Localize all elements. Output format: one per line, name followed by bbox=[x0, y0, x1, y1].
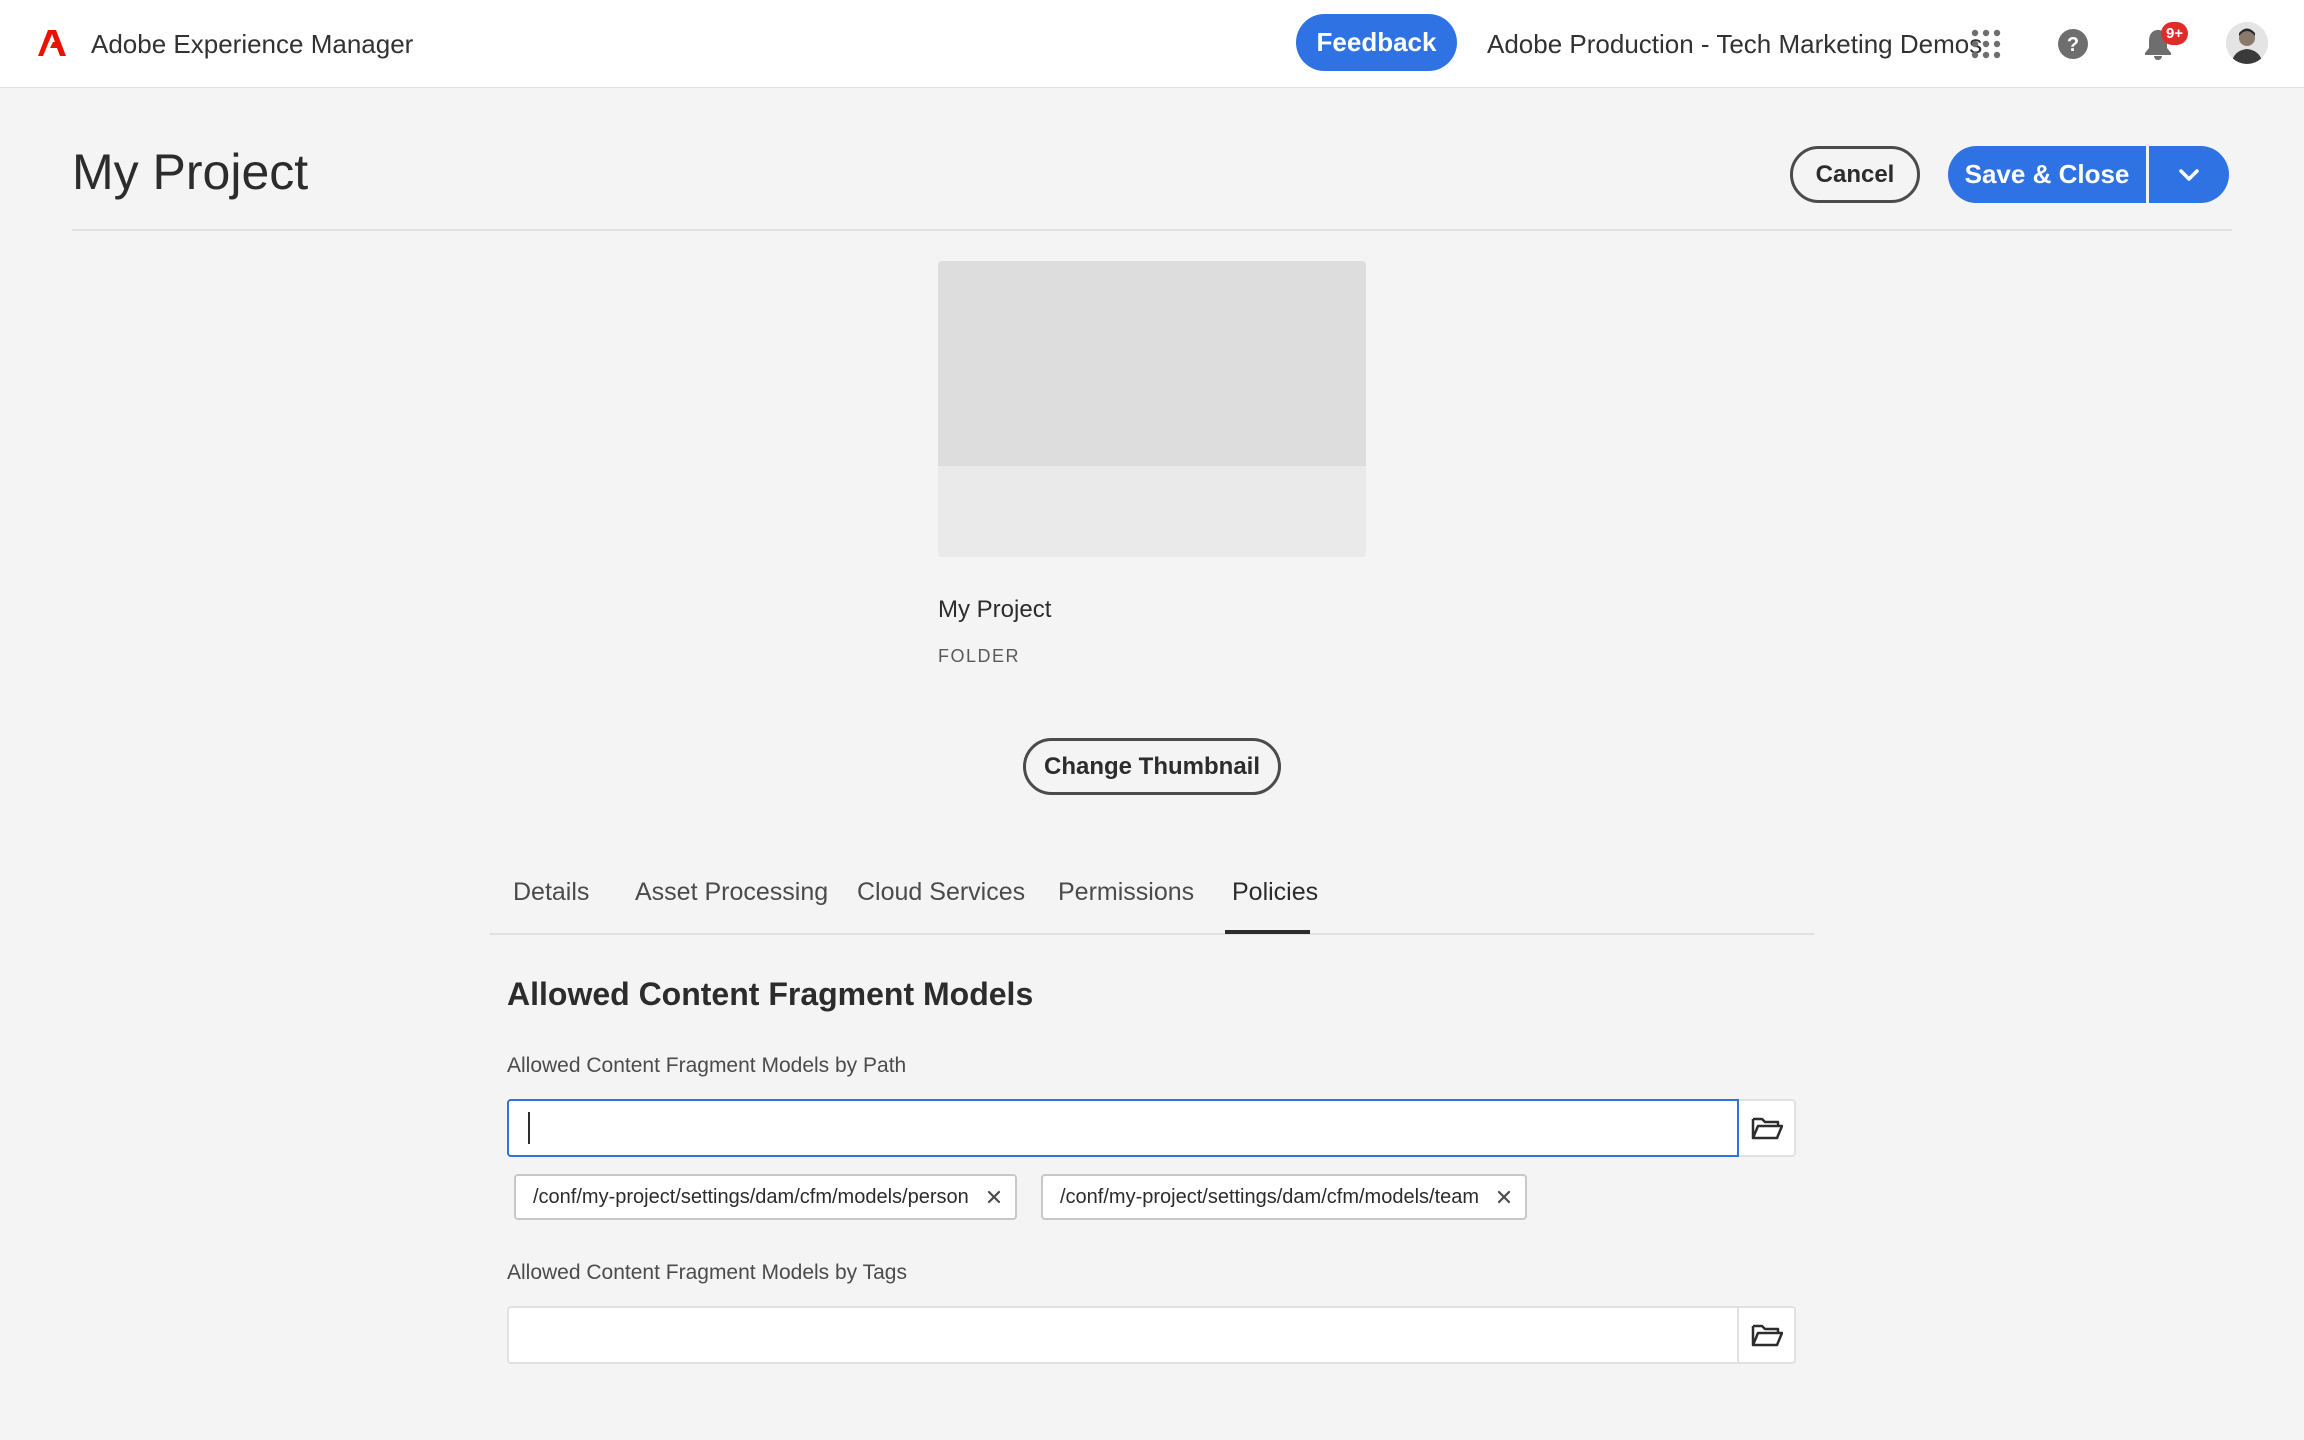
folder-open-icon bbox=[1751, 1324, 1783, 1347]
cancel-button[interactable]: Cancel bbox=[1790, 146, 1920, 203]
remove-chip-icon[interactable] bbox=[1493, 1186, 1515, 1208]
header-divider bbox=[72, 229, 2232, 231]
by-path-label: Allowed Content Fragment Models by Path bbox=[507, 1054, 907, 1077]
chevron-down-icon bbox=[2179, 168, 2199, 181]
tab-policies[interactable]: Policies bbox=[1232, 860, 1318, 935]
section-heading: Allowed Content Fragment Models bbox=[507, 976, 1034, 1012]
avatar[interactable] bbox=[2226, 22, 2268, 64]
change-thumbnail-button[interactable]: Change Thumbnail bbox=[1023, 738, 1281, 795]
chip-label: /conf/my-project/settings/dam/cfm/models… bbox=[533, 1185, 969, 1208]
bell-icon[interactable]: 9+ bbox=[2136, 22, 2188, 66]
svg-text:?: ? bbox=[2067, 34, 2079, 56]
help-icon[interactable]: ? bbox=[2051, 22, 2095, 66]
by-tags-label: Allowed Content Fragment Models by Tags bbox=[507, 1261, 907, 1284]
shell-bar: Adobe Experience Manager Feedback Adobe … bbox=[0, 0, 2304, 88]
folder-open-icon bbox=[1751, 1117, 1783, 1140]
remove-chip-icon[interactable] bbox=[983, 1186, 1005, 1208]
browse-tags-button[interactable] bbox=[1739, 1306, 1796, 1364]
folder-thumbnail bbox=[938, 261, 1366, 557]
app-title[interactable]: Adobe Experience Manager bbox=[91, 0, 413, 88]
save-options-dropdown[interactable] bbox=[2149, 146, 2229, 203]
tab-cloud-services[interactable]: Cloud Services bbox=[857, 860, 1025, 935]
notification-badge: 9+ bbox=[2161, 22, 2188, 45]
tab-details[interactable]: Details bbox=[513, 860, 589, 935]
path-chip: /conf/my-project/settings/dam/cfm/models… bbox=[514, 1174, 1017, 1220]
feedback-button[interactable]: Feedback bbox=[1296, 14, 1457, 71]
adobe-logo-icon[interactable] bbox=[38, 30, 66, 56]
apps-grid-icon[interactable] bbox=[1964, 22, 2008, 66]
browse-path-button[interactable] bbox=[1739, 1099, 1796, 1157]
save-close-button[interactable]: Save & Close bbox=[1948, 146, 2146, 203]
by-tags-input[interactable] bbox=[507, 1306, 1739, 1364]
active-tab-indicator bbox=[1225, 930, 1310, 934]
page-title: My Project bbox=[72, 144, 309, 200]
tab-asset-processing[interactable]: Asset Processing bbox=[635, 860, 828, 935]
card-type-label: FOLDER bbox=[938, 646, 1021, 666]
properties-tabs: Details Asset Processing Cloud Services … bbox=[490, 860, 1814, 935]
card-title: My Project bbox=[938, 596, 1052, 623]
by-path-input[interactable] bbox=[507, 1099, 1739, 1157]
thumbnail-placeholder bbox=[938, 261, 1366, 466]
text-cursor bbox=[528, 1112, 530, 1144]
chip-label: /conf/my-project/settings/dam/cfm/models… bbox=[1060, 1185, 1480, 1208]
org-switcher[interactable]: Adobe Production - Tech Marketing Demos bbox=[1487, 0, 1982, 88]
tab-permissions[interactable]: Permissions bbox=[1058, 860, 1194, 935]
path-chip: /conf/my-project/settings/dam/cfm/models… bbox=[1041, 1174, 1528, 1220]
